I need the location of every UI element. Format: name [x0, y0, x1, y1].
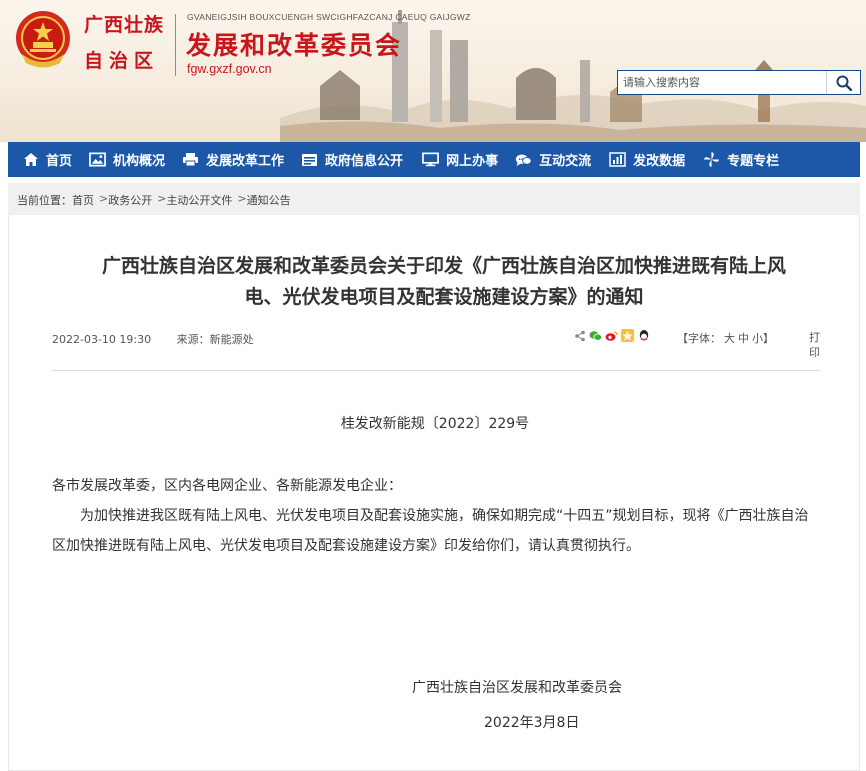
nav-item-data[interactable]: 发改数据 [609, 142, 685, 177]
font-size-medium[interactable]: 中 [738, 332, 749, 345]
search-input[interactable] [618, 71, 826, 94]
nav-item-special-topics[interactable]: 专题专栏 [703, 142, 779, 177]
agency-title: 发展和改革委员会 [186, 31, 403, 60]
article-title-line2: 电、光伏发电项目及配套设施建设方案》的通知 [244, 286, 644, 308]
breadcrumb-gov-affairs[interactable]: 政务公开 [108, 192, 152, 208]
qq-icon[interactable] [637, 329, 650, 342]
search-button[interactable] [826, 71, 860, 94]
folder-icon [301, 151, 318, 168]
font-size-small[interactable]: 小 [752, 332, 763, 345]
region-name-line1: 广西壮族 [84, 14, 165, 36]
breadcrumb: 当前位置： 首页 > 政务公开 > 主动公开文件 > 通知公告 [17, 192, 291, 208]
home-icon [22, 151, 39, 168]
body-paragraph: 为加快推进我区既有陆上风电、光伏发电项目及配套设施实施，确保如期完成“十四五”规… [52, 508, 809, 554]
nav-item-info-disclosure[interactable]: 政府信息公开 [301, 142, 403, 177]
print-button[interactable]: 打印 [809, 330, 821, 360]
search-box [617, 70, 861, 95]
article-panel: 广西壮族自治区发展和改革委员会关于印发《广西壮族自治区加快推进既有陆上风 电、光… [8, 215, 860, 771]
site-header: 广西壮族 自治区 GVANEIGJSIH BOUXCUENGH SWCIGHFA… [0, 0, 866, 142]
article-title: 广西壮族自治区发展和改革委员会关于印发《广西壮族自治区加快推进既有陆上风 电、光… [39, 251, 849, 313]
article-title-line1: 广西壮族自治区发展和改革委员会关于印发《广西壮族自治区加快推进既有陆上风 [101, 255, 786, 277]
image-icon [89, 151, 106, 168]
article-meta: 2022-03-10 19:30 来源：新能源处 [52, 331, 254, 347]
nav-label: 互动交流 [539, 154, 592, 169]
national-emblem-icon [16, 11, 70, 68]
nav-item-reform-work[interactable]: 发展改革工作 [182, 142, 284, 177]
font-size-large[interactable]: 大 [724, 332, 735, 345]
printer-icon [182, 151, 199, 168]
site-domain: fgw.gxzf.gov.cn [187, 62, 272, 76]
nav-label: 首页 [46, 154, 73, 169]
share-bar [573, 329, 653, 342]
breadcrumb-separator: > [157, 192, 167, 205]
main-nav: 首页 机构概况 发展改革工作 政府信息公开 网上办事 互动交流 发改数据 专题专… [8, 142, 860, 177]
region-name: 广西壮族 自治区 [84, 8, 170, 74]
nav-item-home[interactable]: 首页 [22, 142, 72, 177]
nav-label: 专题专栏 [727, 154, 780, 169]
breadcrumb-home[interactable]: 首页 [72, 192, 94, 208]
breadcrumb-prefix: 当前位置： [17, 194, 72, 207]
font-size-label: 【字体： [677, 332, 721, 345]
bar-chart-icon [609, 151, 626, 168]
breadcrumb-notices[interactable]: 通知公告 [247, 192, 291, 208]
article-source: 来源：新能源处 [176, 333, 254, 346]
share-icon[interactable] [573, 329, 586, 342]
nav-label: 政府信息公开 [325, 154, 404, 169]
salutation: 各市发展改革委，区内各电网企业、各新能源发电企业： [52, 478, 402, 494]
chat-icon [515, 151, 532, 168]
search-icon [836, 75, 852, 91]
issuer-signature: 广西壮族自治区发展和改革委员会 [412, 680, 622, 696]
font-size-control: 【字体：大中小】 [677, 330, 774, 346]
monitor-icon [422, 151, 439, 168]
nav-label: 网上办事 [446, 154, 499, 169]
nav-label: 机构概况 [113, 154, 166, 169]
header-divider [175, 14, 176, 76]
breadcrumb-separator: > [99, 192, 109, 205]
font-size-close: 】 [763, 332, 774, 345]
pinwheel-icon [703, 151, 720, 168]
article-body: 各市发展改革委，区内各电网企业、各新能源发电企业： 为加快推进我区既有陆上风电、… [52, 471, 822, 561]
breadcrumb-public-docs[interactable]: 主动公开文件 [166, 192, 232, 208]
nav-item-interaction[interactable]: 互动交流 [515, 142, 591, 177]
nav-label: 发改数据 [633, 154, 686, 169]
zhuang-language-title: GVANEIGJSIH BOUXCUENGH SWCIGHFAZCANJ CAE… [187, 12, 471, 22]
breadcrumb-separator: > [237, 192, 247, 205]
region-name-line2: 自治区 [84, 50, 160, 72]
nav-item-organization[interactable]: 机构概况 [89, 142, 165, 177]
nav-item-online-services[interactable]: 网上办事 [422, 142, 498, 177]
document-number: 桂发改新能规〔2022〕229号 [340, 416, 530, 432]
nav-label: 发展改革工作 [206, 154, 285, 169]
meta-divider [52, 370, 820, 371]
wechat-icon[interactable] [589, 329, 602, 342]
issue-date: 2022年3月8日 [484, 715, 580, 731]
publish-date: 2022-03-10 19:30 [52, 333, 152, 346]
weibo-icon[interactable] [605, 329, 618, 342]
breadcrumb-bar: 当前位置： 首页 > 政务公开 > 主动公开文件 > 通知公告 [8, 183, 860, 215]
qzone-icon[interactable] [621, 329, 634, 342]
